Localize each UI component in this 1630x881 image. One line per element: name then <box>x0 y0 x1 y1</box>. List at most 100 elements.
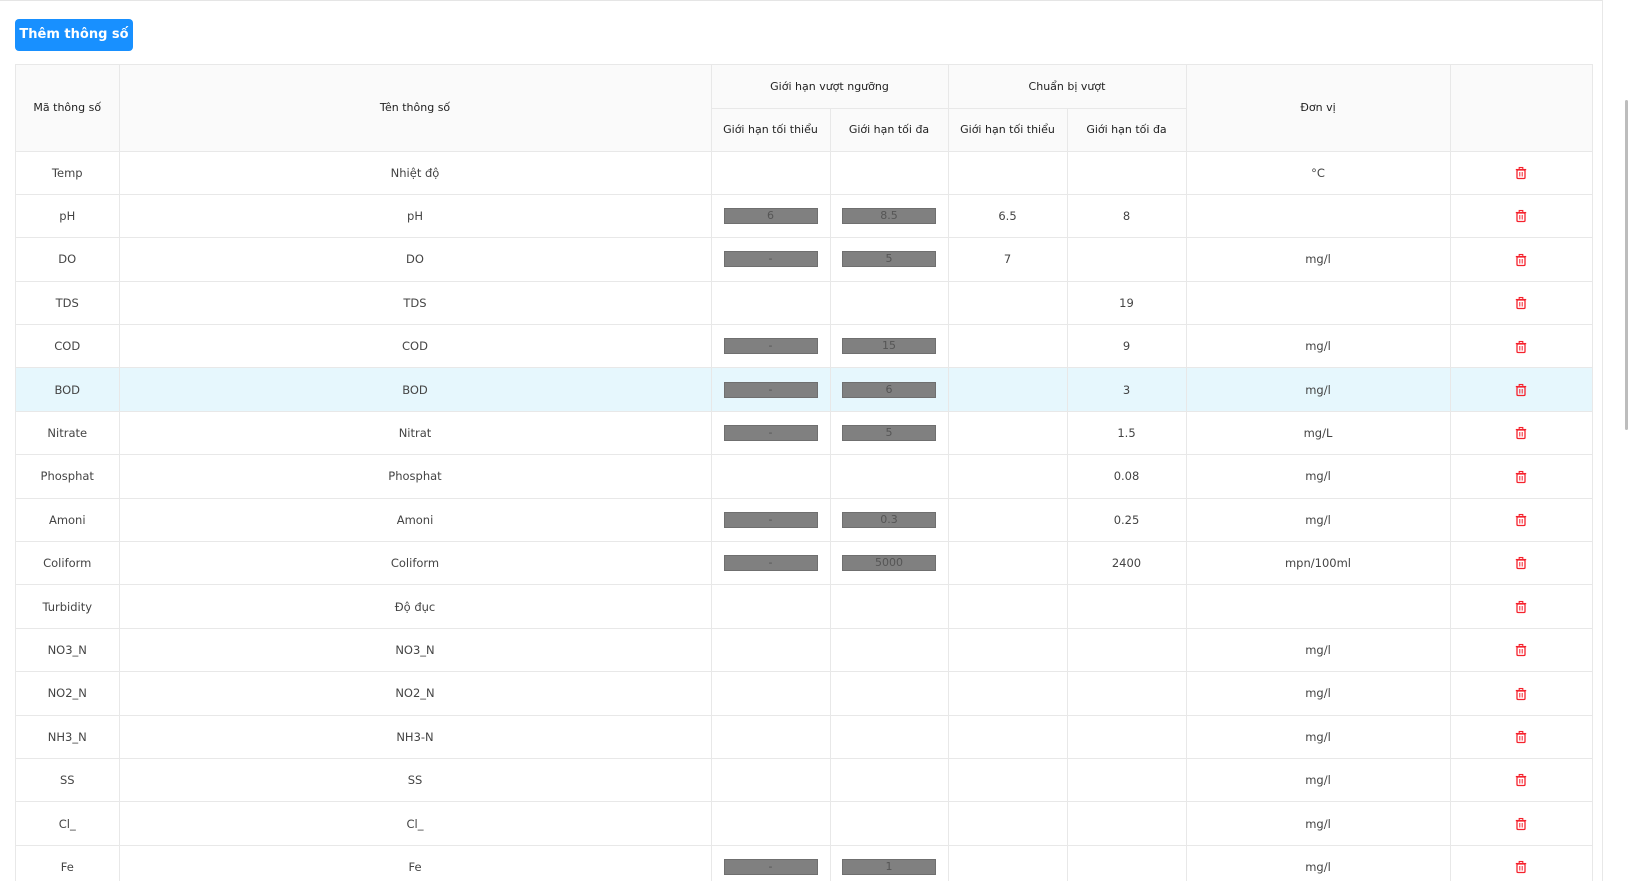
threshold-min-input[interactable]: - <box>723 381 818 398</box>
trash-icon[interactable] <box>1514 383 1528 397</box>
parameter-code: NO2_N <box>47 686 87 701</box>
unit-cell <box>1186 584 1451 629</box>
trash-icon[interactable] <box>1514 556 1528 570</box>
prepare-max-value: 3 <box>1122 382 1131 397</box>
scrollbar-thumb[interactable] <box>1625 100 1628 430</box>
table-row[interactable]: pH pH 6 8.5 6.5 8 <box>16 194 1592 239</box>
trash-icon[interactable] <box>1514 513 1528 527</box>
threshold-max-input[interactable]: 15 <box>842 338 936 355</box>
threshold-max-cell: 5 <box>830 237 949 282</box>
trash-icon[interactable] <box>1514 470 1528 484</box>
table-row[interactable]: Turbidity Độ đục <box>16 584 1592 629</box>
table-row[interactable]: BOD BOD - 6 3 mg/l <box>16 367 1592 412</box>
prepare-max-cell: 2400 <box>1067 541 1187 586</box>
table-row[interactable]: TDS TDS 19 <box>16 281 1592 326</box>
actions-cell <box>1450 671 1592 716</box>
prepare-max-cell <box>1067 715 1187 759</box>
table-row[interactable]: Amoni Amoni - 0.3 0.25 mg/l <box>16 498 1592 543</box>
table-row[interactable]: Coliform Coliform - 5000 2400 mpn/100ml <box>16 541 1592 586</box>
parameter-name: SS <box>407 773 423 788</box>
table-row[interactable]: Nitrate Nitrat - 5 1.5 mg/L <box>16 411 1592 456</box>
unit-cell: mg/l <box>1186 845 1451 881</box>
threshold-max-input[interactable]: 5000 <box>842 555 936 572</box>
unit-value: mg/l <box>1305 252 1331 267</box>
trash-icon[interactable] <box>1514 860 1528 874</box>
parameter-name: Amoni <box>396 512 434 527</box>
table-row[interactable]: Phosphat Phosphat 0.08 mg/l <box>16 454 1592 499</box>
trash-icon[interactable] <box>1514 817 1528 831</box>
parameter-code: Amoni <box>48 512 86 527</box>
prepare-max-value: 0.25 <box>1113 512 1140 527</box>
threshold-min-input[interactable]: - <box>723 555 818 572</box>
actions-cell <box>1450 194 1592 239</box>
table-row[interactable]: NH3_N NH3-N mg/l <box>16 715 1592 759</box>
header-code[interactable]: Mã thông số <box>16 65 120 152</box>
threshold-max-cell: 1 <box>830 845 949 881</box>
unit-value: mg/l <box>1305 773 1331 788</box>
header-prepare-max[interactable]: Giới hạn tối đa <box>1067 108 1187 152</box>
actions-cell <box>1450 758 1592 803</box>
threshold-min-cell <box>711 671 831 716</box>
unit-value: °C <box>1311 165 1325 180</box>
trash-icon[interactable] <box>1514 600 1528 614</box>
threshold-min-input[interactable]: - <box>723 425 818 442</box>
trash-icon[interactable] <box>1514 296 1528 310</box>
threshold-max-cell <box>830 628 949 673</box>
threshold-max-cell <box>830 281 949 326</box>
threshold-min-cell: - <box>711 367 831 412</box>
header-name[interactable]: Tên thông số <box>119 65 712 152</box>
unit-cell: mg/l <box>1186 628 1451 673</box>
header-threshold-group: Giới hạn vượt ngưỡng <box>711 65 949 109</box>
threshold-min-input[interactable]: - <box>723 251 818 268</box>
header-threshold-min[interactable]: Giới hạn tối thiểu <box>711 108 831 152</box>
prepare-max-value: 9 <box>1122 339 1131 354</box>
trash-icon[interactable] <box>1514 643 1528 657</box>
parameter-name: BOD <box>402 382 428 397</box>
threshold-max-input[interactable]: 5 <box>842 425 936 442</box>
threshold-max-input[interactable]: 1 <box>842 858 936 875</box>
trash-icon[interactable] <box>1514 209 1528 223</box>
code-cell: NO3_N <box>16 628 120 673</box>
table-row[interactable]: Cl_ Cl_ mg/l <box>16 801 1592 846</box>
threshold-max-input[interactable]: 5 <box>842 251 936 268</box>
actions-cell <box>1450 541 1592 586</box>
table-row[interactable]: NO2_N NO2_N mg/l <box>16 671 1592 716</box>
header-prepare-min[interactable]: Giới hạn tối thiểu <box>948 108 1068 152</box>
trash-icon[interactable] <box>1514 773 1528 787</box>
table-row[interactable]: DO DO - 5 7 mg/l <box>16 237 1592 282</box>
trash-icon[interactable] <box>1514 730 1528 744</box>
threshold-min-input[interactable]: - <box>723 858 818 875</box>
threshold-min-input[interactable]: 6 <box>723 208 818 225</box>
unit-value: mg/l <box>1305 469 1331 484</box>
trash-icon[interactable] <box>1514 166 1528 180</box>
parameter-name: TDS <box>403 295 427 310</box>
add-parameter-button[interactable]: Thêm thông số <box>15 19 133 51</box>
threshold-min-input[interactable]: - <box>723 511 818 528</box>
name-cell: Phosphat <box>119 454 712 499</box>
prepare-max-cell <box>1067 758 1187 803</box>
threshold-max-input[interactable]: 8.5 <box>842 208 936 225</box>
threshold-min-cell <box>711 281 831 326</box>
trash-icon[interactable] <box>1514 687 1528 701</box>
threshold-max-input[interactable]: 6 <box>842 381 936 398</box>
unit-cell: mg/l <box>1186 367 1451 412</box>
name-cell: Amoni <box>119 498 712 543</box>
threshold-min-cell: - <box>711 411 831 456</box>
table-row[interactable]: COD COD - 15 9 mg/l <box>16 324 1592 369</box>
table-row[interactable]: NO3_N NO3_N mg/l <box>16 628 1592 673</box>
trash-icon[interactable] <box>1514 253 1528 267</box>
threshold-max-input[interactable]: 0.3 <box>842 511 936 528</box>
table-row[interactable]: SS SS mg/l <box>16 758 1592 803</box>
trash-icon[interactable] <box>1514 340 1528 354</box>
header-unit[interactable]: Đơn vị <box>1186 65 1451 152</box>
unit-cell: mpn/100ml <box>1186 541 1451 586</box>
table-row[interactable]: Temp Nhiệt độ °C <box>16 151 1592 195</box>
table-row[interactable]: Fe Fe - 1 mg/l <box>16 845 1592 881</box>
code-cell: Coliform <box>16 541 120 586</box>
table-header: Mã thông số Tên thông số Giới hạn vượt n… <box>16 65 1592 152</box>
header-threshold-max[interactable]: Giới hạn tối đa <box>830 108 949 152</box>
threshold-min-cell <box>711 454 831 499</box>
threshold-min-input[interactable]: - <box>723 338 818 355</box>
parameter-code: COD <box>54 339 81 354</box>
trash-icon[interactable] <box>1514 426 1528 440</box>
